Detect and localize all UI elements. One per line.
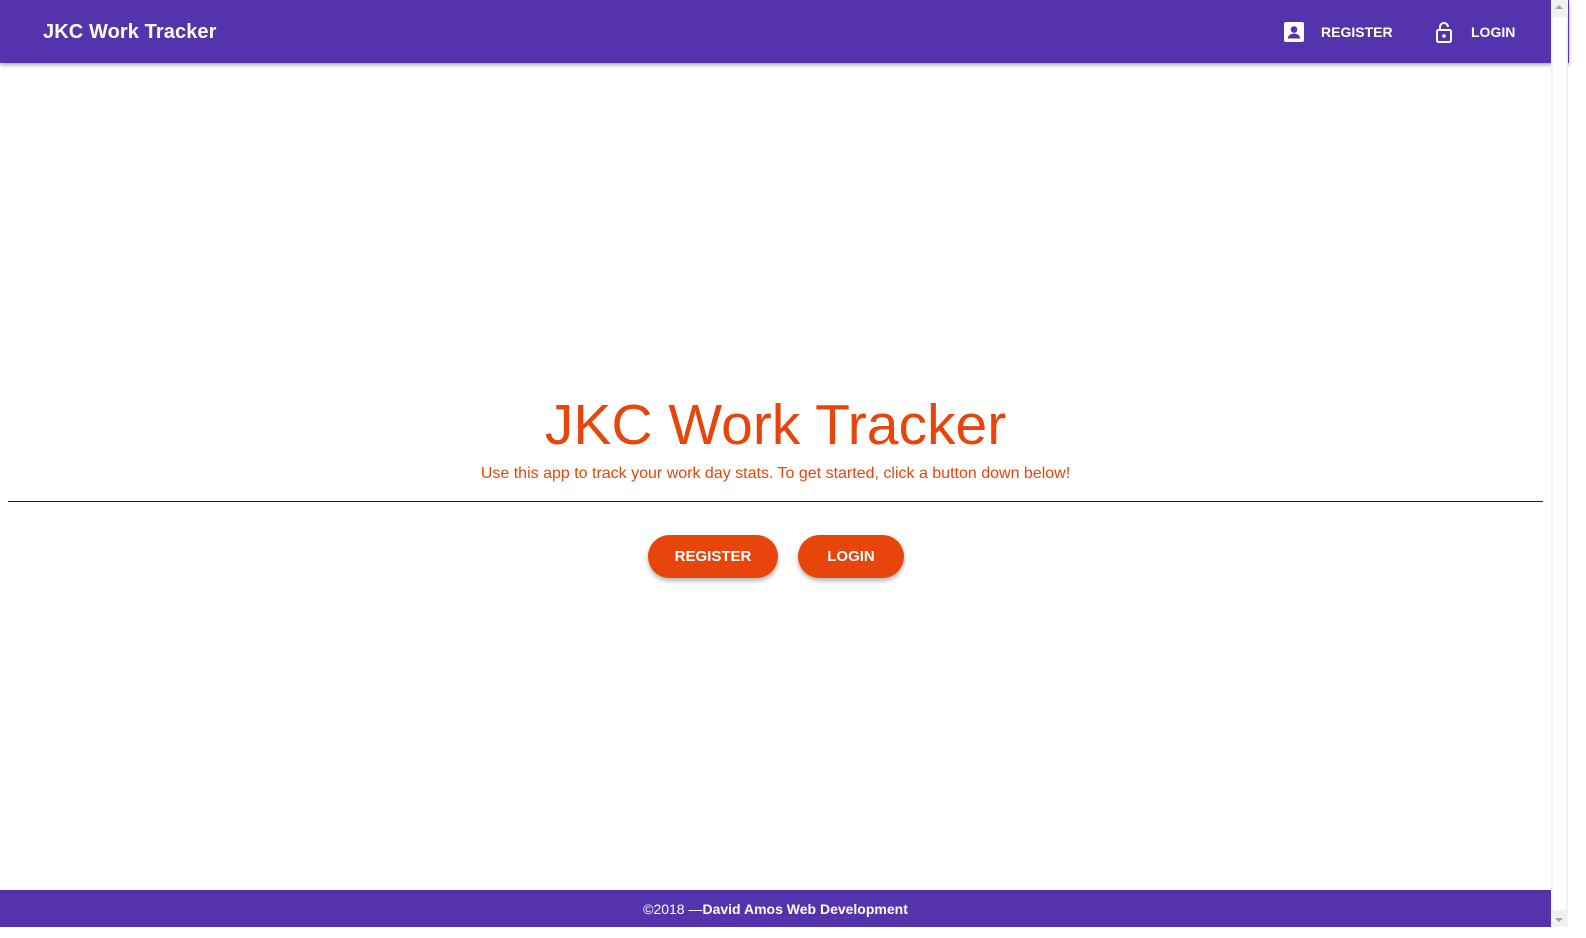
register-button[interactable]: REGISTER [648,535,778,578]
scroll-thumb[interactable] [1553,17,1566,910]
app-title[interactable]: JKC Work Tracker [43,19,217,45]
hero-title: JKC Work Tracker [544,393,1007,457]
nav-register-label: REGISTER [1321,24,1393,40]
account-box-icon [1283,21,1305,43]
vertical-scrollbar[interactable] [1551,0,1568,927]
footer: ©2018 — David Amos Web Development [0,890,1551,927]
page: JKC Work Tracker REGISTER LOGIN JKC Work… [0,0,1586,938]
hero-subtitle: Use this app to track your work day stat… [480,465,1071,482]
footer-copyright: ©2018 — [643,900,703,917]
scroll-up-icon[interactable] [1555,5,1563,9]
top-app-bar: JKC Work Tracker REGISTER LOGIN [0,0,1569,63]
nav-login-button[interactable]: LOGIN [1433,16,1515,48]
scroll-down-icon[interactable] [1555,918,1563,922]
footer-owner: David Amos Web Development [702,900,908,917]
lock-open-icon [1433,21,1455,43]
nav-login-label: LOGIN [1471,24,1516,40]
divider [8,501,1543,502]
nav-register-button[interactable]: REGISTER [1283,16,1393,48]
login-button[interactable]: LOGIN [798,535,904,578]
